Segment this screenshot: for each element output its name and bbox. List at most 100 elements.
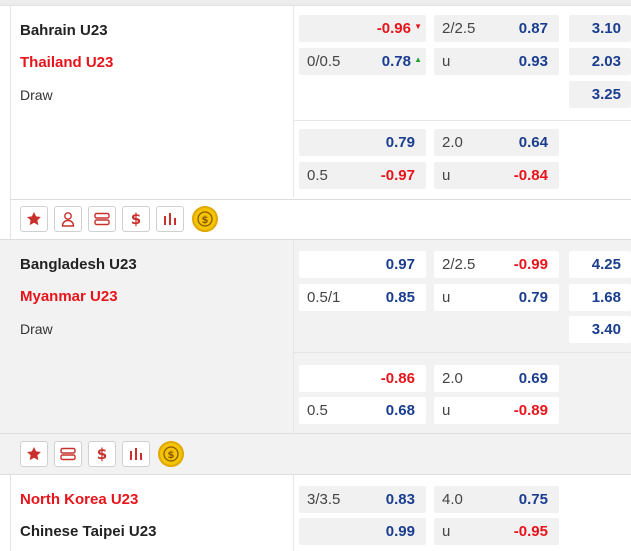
away-team-favorite[interactable]: Myanmar U23 bbox=[20, 288, 118, 305]
handicap-odd: -0.86 bbox=[380, 370, 415, 387]
ft-1x2-away[interactable]: 2.03 bbox=[569, 48, 631, 75]
x12-odd: 3.25 bbox=[591, 86, 621, 103]
ft-over[interactable]: 2/2.5 -0.99 bbox=[434, 251, 559, 278]
x12-odd: 1.68 bbox=[591, 289, 621, 306]
handicap-odd: 0.85 bbox=[385, 289, 415, 306]
handicap-line: 0.5 bbox=[307, 167, 328, 184]
ft-1x2-away[interactable]: 1.68 bbox=[569, 284, 631, 311]
handicap-odd: 0.97 bbox=[385, 256, 415, 273]
icons-separator bbox=[10, 199, 631, 200]
ht-handicap-home[interactable]: 0.79 bbox=[299, 129, 426, 156]
under-odd: 0.79 bbox=[518, 289, 548, 306]
svg-text:$: $ bbox=[202, 215, 209, 226]
column-divider bbox=[293, 240, 294, 433]
home-team[interactable]: Bahrain U23 bbox=[20, 22, 108, 39]
ht-handicap-away[interactable]: 0.5 -0.97 bbox=[299, 162, 426, 189]
ht-under[interactable]: u -0.89 bbox=[434, 397, 559, 424]
under-label: u bbox=[442, 289, 451, 306]
ft-handicap-away[interactable]: 0/0.5 0.78 ▲ bbox=[299, 48, 426, 75]
handicap-line: 0/0.5 bbox=[307, 53, 341, 70]
ft-handicap-home[interactable]: -0.96 ▼ bbox=[299, 15, 426, 42]
ht-over[interactable]: 2.0 0.69 bbox=[434, 365, 559, 392]
match-row-northkorea-taipei: North Korea U23 Chinese Taipei U23 3/3.5… bbox=[0, 475, 631, 551]
x12-odd: 2.03 bbox=[591, 53, 621, 70]
ticket-icon[interactable] bbox=[88, 206, 116, 232]
x12-odd: 3.40 bbox=[591, 321, 621, 338]
handicap-line: 0.5/1 bbox=[307, 289, 341, 306]
total-line: 2/2.5 bbox=[442, 256, 476, 273]
odds-up-arrow-icon: ▲ bbox=[414, 55, 422, 64]
ticket-icon[interactable] bbox=[54, 441, 82, 467]
column-divider bbox=[293, 6, 294, 197]
person-icon[interactable] bbox=[54, 206, 82, 232]
ft-handicap-home[interactable]: 3/3.5 0.83 bbox=[299, 486, 426, 513]
ht-handicap-home[interactable]: -0.86 bbox=[299, 365, 426, 392]
ft-1x2-draw[interactable]: 3.25 bbox=[569, 81, 631, 108]
home-team-favorite[interactable]: North Korea U23 bbox=[20, 491, 138, 508]
stats-icon[interactable] bbox=[122, 441, 150, 467]
coin-icon[interactable]: $ bbox=[158, 441, 184, 467]
match-action-icons: $ $ bbox=[20, 441, 184, 467]
under-odd: 0.93 bbox=[518, 53, 548, 70]
ft-ht-separator bbox=[293, 352, 631, 353]
ft-handicap-away[interactable]: 0.5/1 0.85 bbox=[299, 284, 426, 311]
ht-under[interactable]: u -0.84 bbox=[434, 162, 559, 189]
ft-ht-separator bbox=[293, 120, 631, 121]
under-odd: -0.89 bbox=[513, 402, 548, 419]
under-label: u bbox=[442, 167, 451, 184]
handicap-odd: 0.79 bbox=[385, 134, 415, 151]
svg-text:$: $ bbox=[168, 450, 175, 461]
under-odd: -0.84 bbox=[513, 167, 548, 184]
match-row-bangladesh-myanmar: Bangladesh U23 Myanmar U23 Draw 0.97 0.5… bbox=[0, 240, 631, 433]
under-label: u bbox=[442, 402, 451, 419]
match-action-icons: $ $ bbox=[20, 206, 218, 232]
over-odd: 0.75 bbox=[518, 491, 548, 508]
column-divider bbox=[293, 475, 294, 551]
ft-handicap-home[interactable]: 0.97 bbox=[299, 251, 426, 278]
svg-text:$: $ bbox=[131, 210, 141, 228]
ft-1x2-home[interactable]: 3.10 bbox=[569, 15, 631, 42]
left-rule bbox=[10, 475, 11, 551]
ft-over[interactable]: 4.0 0.75 bbox=[434, 486, 559, 513]
ht-handicap-away[interactable]: 0.5 0.68 bbox=[299, 397, 426, 424]
match-action-bar: $ $ bbox=[0, 434, 631, 474]
left-rule bbox=[10, 6, 11, 240]
handicap-odd: 0.78 bbox=[381, 53, 411, 70]
odds-down-arrow-icon: ▼ bbox=[414, 22, 422, 31]
over-odd: 0.64 bbox=[518, 134, 548, 151]
x12-odd: 3.10 bbox=[591, 20, 621, 37]
draw-label: Draw bbox=[20, 87, 53, 103]
dollar-icon[interactable]: $ bbox=[122, 206, 150, 232]
ft-1x2-draw[interactable]: 3.40 bbox=[569, 316, 631, 343]
handicap-odd: -0.96 bbox=[376, 20, 411, 37]
ft-handicap-away[interactable]: 0.99 bbox=[299, 518, 426, 545]
away-team[interactable]: Chinese Taipei U23 bbox=[20, 523, 156, 540]
match-row-bahrain-thailand: Bahrain U23 Thailand U23 Draw -0.96 ▼ 0/… bbox=[0, 6, 631, 240]
total-line: 2/2.5 bbox=[442, 20, 476, 37]
total-line: 2.0 bbox=[442, 370, 463, 387]
total-line: 4.0 bbox=[442, 491, 463, 508]
coin-icon[interactable]: $ bbox=[192, 206, 218, 232]
x12-odd: 4.25 bbox=[591, 256, 621, 273]
under-label: u bbox=[442, 53, 451, 70]
ft-over[interactable]: 2/2.5 0.87 bbox=[434, 15, 559, 42]
home-team[interactable]: Bangladesh U23 bbox=[20, 256, 137, 273]
ht-over[interactable]: 2.0 0.64 bbox=[434, 129, 559, 156]
ft-under[interactable]: u -0.95 bbox=[434, 518, 559, 545]
star-icon[interactable] bbox=[20, 206, 48, 232]
total-line: 2.0 bbox=[442, 134, 463, 151]
handicap-line: 0.5 bbox=[307, 402, 328, 419]
over-odd: -0.99 bbox=[513, 256, 548, 273]
svg-text:$: $ bbox=[97, 445, 107, 463]
star-icon[interactable] bbox=[20, 441, 48, 467]
stats-icon[interactable] bbox=[156, 206, 184, 232]
ft-under[interactable]: u 0.93 bbox=[434, 48, 559, 75]
ft-1x2-home[interactable]: 4.25 bbox=[569, 251, 631, 278]
under-label: u bbox=[442, 523, 451, 540]
ft-under[interactable]: u 0.79 bbox=[434, 284, 559, 311]
away-team-favorite[interactable]: Thailand U23 bbox=[20, 54, 113, 71]
handicap-odd: 0.99 bbox=[385, 523, 415, 540]
handicap-odd: -0.97 bbox=[380, 167, 415, 184]
draw-label: Draw bbox=[20, 321, 53, 337]
dollar-icon[interactable]: $ bbox=[88, 441, 116, 467]
